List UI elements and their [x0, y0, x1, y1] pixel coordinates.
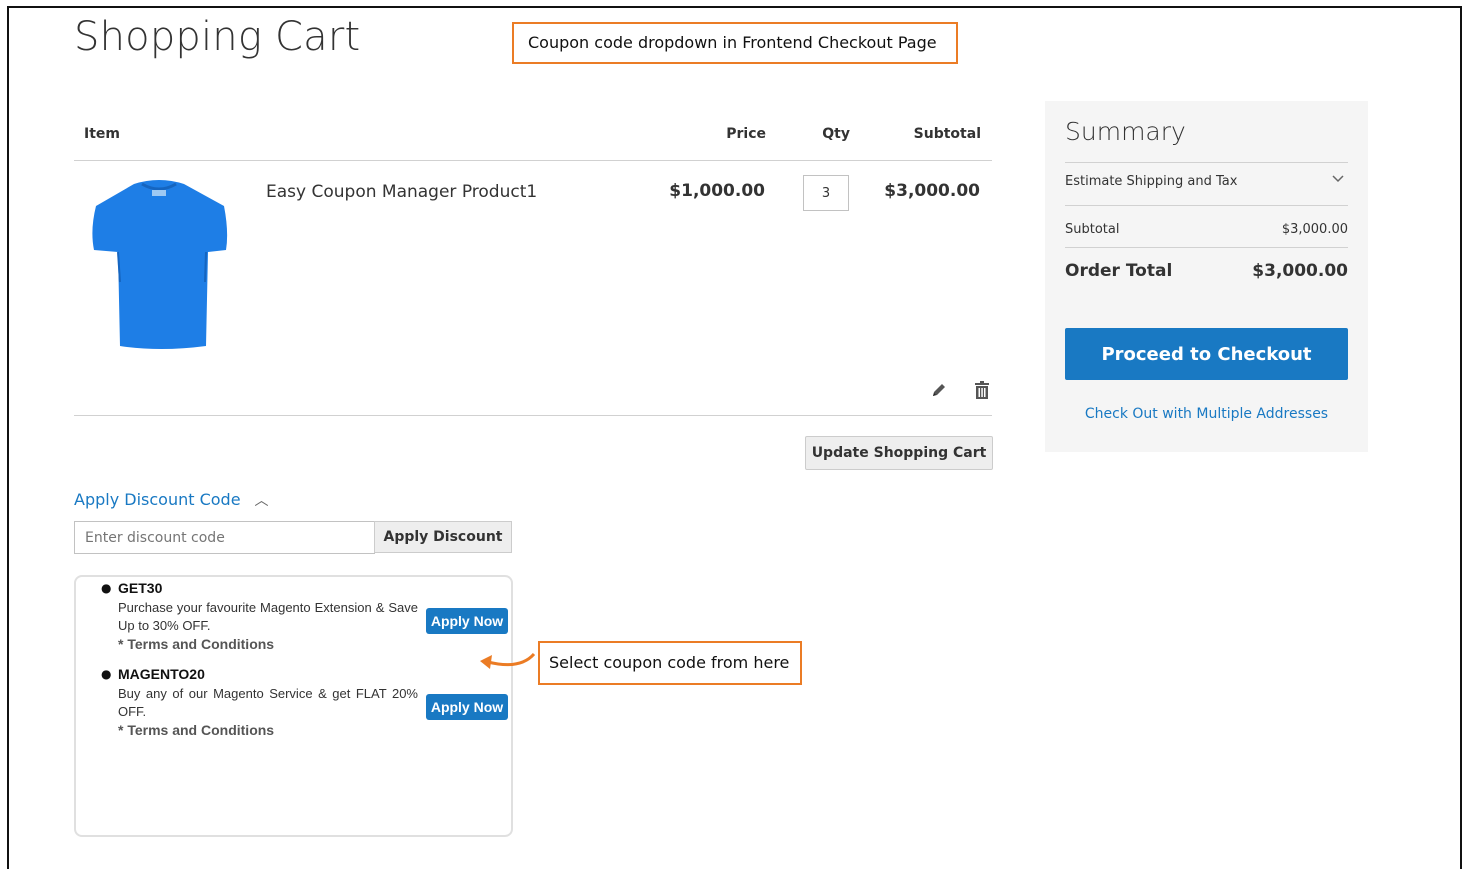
update-shopping-cart-button[interactable]: Update Shopping Cart: [805, 436, 993, 470]
multiple-addresses-link[interactable]: Check Out with Multiple Addresses: [1045, 406, 1368, 422]
coupon-terms-link[interactable]: * Terms and Conditions: [118, 722, 274, 738]
coupon-terms-link[interactable]: * Terms and Conditions: [118, 636, 274, 652]
chevron-down-icon: [1332, 175, 1344, 183]
apply-now-button[interactable]: Apply Now: [426, 608, 508, 634]
summary-divider: [1065, 162, 1348, 163]
apply-discount-button[interactable]: Apply Discount: [374, 521, 512, 553]
blue-tshirt-icon[interactable]: [74, 172, 244, 352]
product-subtotal: $3,000.00: [884, 181, 980, 201]
trash-icon[interactable]: [974, 381, 990, 399]
annotation-callout-top: Coupon code dropdown in Frontend Checkou…: [512, 22, 958, 64]
order-summary-panel: Summary Estimate Shipping and Tax Subtot…: [1045, 101, 1368, 452]
order-total-label: Order Total: [1065, 261, 1173, 281]
apply-discount-label: Apply Discount Code: [74, 490, 241, 509]
estimate-shipping-toggle[interactable]: Estimate Shipping and Tax: [1065, 174, 1348, 189]
cart-table-header: Item Price Qty Subtotal: [74, 118, 992, 161]
coupon-dropdown: ● GET30 Purchase your favourite Magento …: [74, 575, 513, 837]
product-price: $1,000.00: [669, 181, 765, 201]
column-header-item: Item: [84, 126, 120, 142]
column-header-qty: Qty: [822, 126, 850, 142]
summary-divider: [1065, 205, 1348, 206]
estimate-shipping-label: Estimate Shipping and Tax: [1065, 174, 1238, 189]
summary-title: Summary: [1065, 117, 1186, 146]
apply-discount-toggle[interactable]: Apply Discount Code ︿: [74, 490, 269, 510]
summary-divider: [1065, 247, 1348, 248]
order-total-value: $3,000.00: [1252, 261, 1348, 281]
coupon-code: GET30: [118, 580, 163, 596]
coupon-description: Purchase your favourite Magento Extensio…: [118, 600, 418, 633]
page-title: Shopping Cart: [74, 14, 361, 60]
bullet-icon: ●: [101, 581, 112, 595]
column-header-subtotal: Subtotal: [913, 126, 981, 142]
quantity-input[interactable]: 3: [803, 175, 849, 211]
row-divider: [74, 415, 992, 416]
annotation-callout-side: Select coupon code from here: [538, 641, 802, 685]
order-total-row: Order Total $3,000.00: [1065, 261, 1348, 281]
curved-arrow-icon: [480, 652, 536, 669]
proceed-to-checkout-button[interactable]: Proceed to Checkout: [1065, 328, 1348, 380]
coupon-description: Buy any of our Magento Service & get FLA…: [118, 686, 418, 719]
discount-code-input[interactable]: [74, 521, 375, 554]
summary-subtotal-label: Subtotal: [1065, 222, 1120, 237]
bullet-icon: ●: [101, 667, 112, 681]
summary-subtotal-value: $3,000.00: [1281, 222, 1348, 237]
summary-subtotal-row: Subtotal $3,000.00: [1065, 222, 1348, 237]
coupon-code: MAGENTO20: [118, 666, 205, 682]
apply-now-button[interactable]: Apply Now: [426, 694, 508, 720]
column-header-price: Price: [726, 126, 766, 142]
chevron-up-icon: ︿: [254, 493, 269, 509]
pencil-icon[interactable]: [930, 381, 948, 399]
product-name-link[interactable]: Easy Coupon Manager Product1: [266, 182, 537, 202]
